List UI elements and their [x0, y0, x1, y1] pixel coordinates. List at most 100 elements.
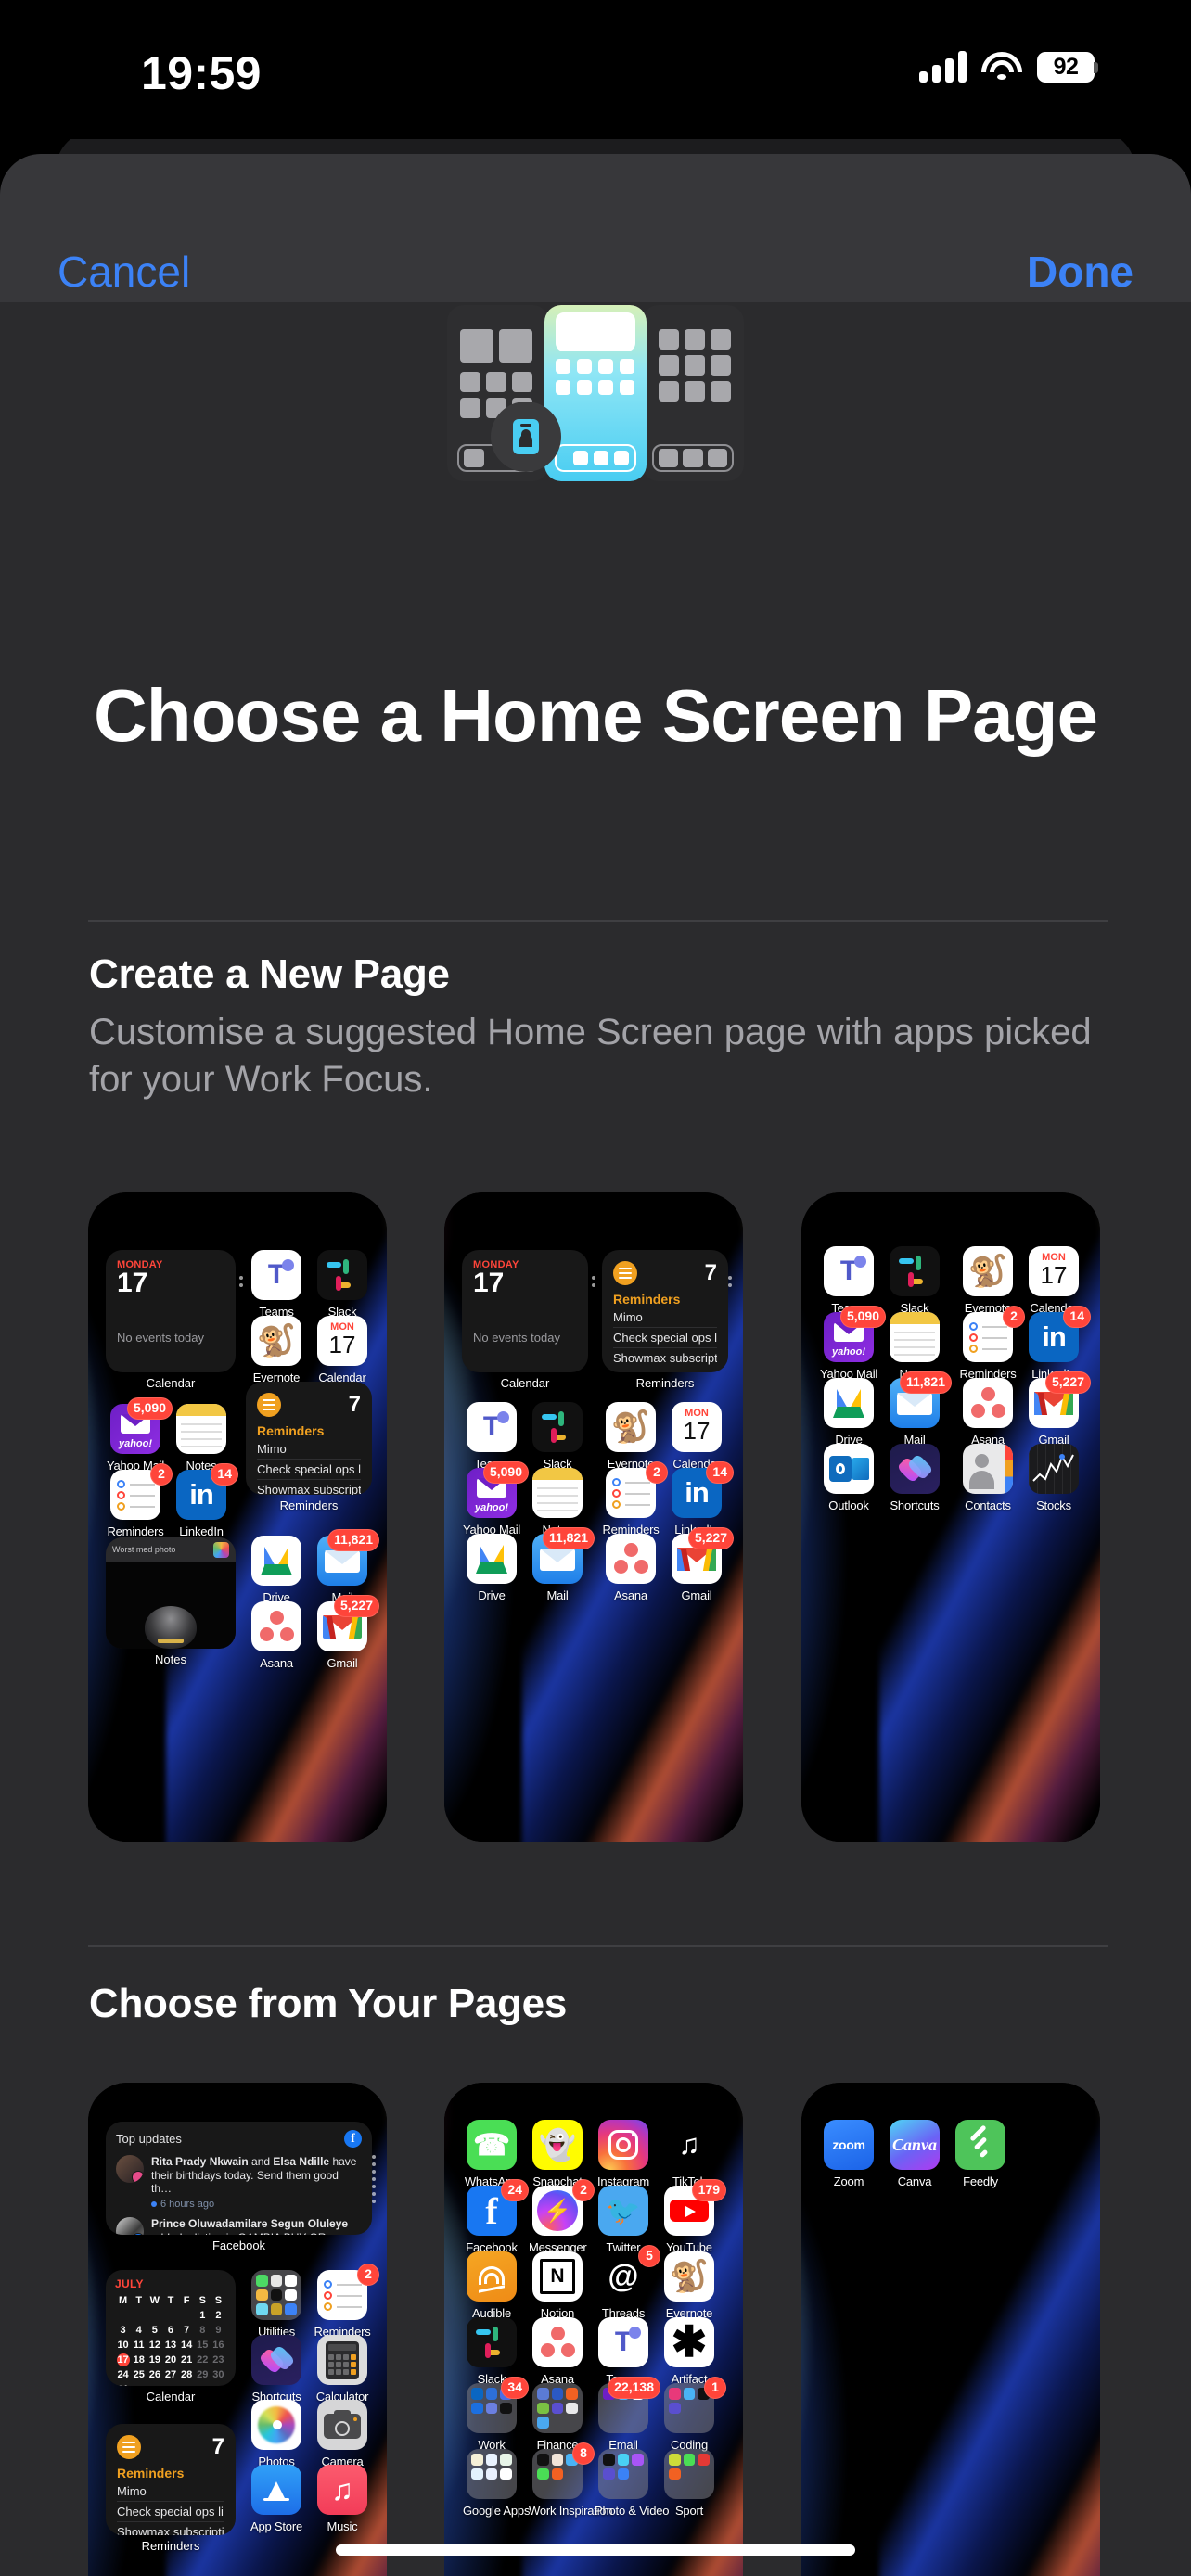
- your-page-card-3[interactable]: zoom Zoom Canva Canva Feedly: [801, 2083, 1100, 2576]
- app-reminders[interactable]: 2 Reminders: [314, 2264, 379, 2339]
- cancel-button[interactable]: Cancel: [58, 247, 190, 297]
- app-messenger[interactable]: ⚡ 2 Messenger: [529, 2179, 595, 2254]
- app-evernote[interactable]: 🐒 Evernote: [248, 1316, 305, 1384]
- app-teams[interactable]: T Teams: [248, 1250, 305, 1319]
- app-teams[interactable]: T Teams: [595, 2317, 652, 2386]
- suggested-page-card-2[interactable]: MONDAY 17 No events today Calendar 7 Rem…: [444, 1192, 743, 1842]
- app-canva[interactable]: Canva Canva: [886, 2120, 943, 2188]
- app-audible[interactable]: Audible: [463, 2251, 520, 2320]
- app-gmail[interactable]: 5,227 Gmail: [668, 1527, 734, 1602]
- app-app-store[interactable]: ▲ App Store: [248, 2465, 305, 2533]
- home-indicator[interactable]: [336, 2544, 855, 2556]
- app-folder-google-apps[interactable]: Google Apps: [463, 2449, 531, 2518]
- app-folder-email[interactable]: 22,138 Email: [595, 2377, 660, 2452]
- suggested-page-card-1[interactable]: MONDAY 17 No events today Calendar T Tea…: [88, 1192, 387, 1842]
- app-photos[interactable]: Photos: [248, 2400, 305, 2468]
- app-zoom[interactable]: zoom Zoom: [820, 2120, 877, 2188]
- app-notes[interactable]: Notes: [886, 1312, 943, 1381]
- app-slack[interactable]: Slack: [886, 1246, 943, 1315]
- app-asana[interactable]: Asana: [529, 2317, 586, 2386]
- app-calendar[interactable]: MON 17 Calendar: [1025, 1246, 1082, 1315]
- app-drive[interactable]: Drive: [820, 1378, 877, 1447]
- app-evernote[interactable]: 🐒 Evernote: [602, 1402, 660, 1471]
- app-reminders[interactable]: 2 Reminders: [602, 1461, 668, 1537]
- app-folder-finance[interactable]: Finance: [529, 2383, 586, 2452]
- app-label: Music: [327, 2519, 358, 2533]
- app-calculator[interactable]: Calculator: [314, 2335, 371, 2404]
- app-drive[interactable]: Drive: [248, 1536, 305, 1604]
- app-evernote[interactable]: 🐒 Evernote: [660, 2251, 718, 2320]
- app-folder-work-inspiration[interactable]: 8 Work Inspiration: [529, 2442, 613, 2518]
- app-folder-coding[interactable]: 1 Coding: [660, 2377, 726, 2452]
- app-yahoo-mail[interactable]: yahoo! 5,090 Yahoo Mail: [820, 1306, 886, 1381]
- badge-count: 11,821: [899, 1371, 952, 1394]
- app-gmail[interactable]: 5,227 Gmail: [1025, 1371, 1091, 1447]
- app-music[interactable]: ♫ Music: [314, 2465, 371, 2533]
- app-notes[interactable]: Notes: [173, 1404, 230, 1473]
- app-shortcuts[interactable]: Shortcuts: [248, 2335, 305, 2404]
- app-reminders[interactable]: 2 Reminders: [959, 1306, 1025, 1381]
- app-asana[interactable]: Asana: [248, 1601, 305, 1670]
- calendar-widget-label: Calendar: [146, 1376, 196, 1390]
- app-camera[interactable]: Camera: [314, 2400, 371, 2468]
- app-slack[interactable]: Slack: [463, 2317, 520, 2386]
- app-yahoo-mail[interactable]: yahoo! 5,090 Yahoo Mail: [463, 1461, 529, 1537]
- app-teams[interactable]: T Teams: [820, 1246, 877, 1315]
- home-screen-preview: Top updates f Rita Prady Nkwain and Elsa…: [88, 2083, 387, 2576]
- app-mail[interactable]: 11,821 Mail: [886, 1371, 952, 1447]
- app-shortcuts[interactable]: Shortcuts: [886, 1444, 943, 1512]
- app-folder-work[interactable]: 34 Work: [463, 2377, 529, 2452]
- app-outlook[interactable]: Outlook: [820, 1444, 877, 1512]
- app-asana[interactable]: Asana: [959, 1378, 1017, 1447]
- app-tiktok[interactable]: ♫ TikTok: [660, 2120, 718, 2188]
- app-asana[interactable]: Asana: [602, 1534, 660, 1602]
- app-mail[interactable]: 11,821 Mail: [314, 1529, 379, 1604]
- app-artifact[interactable]: ✱ Artifact: [660, 2317, 718, 2386]
- app-linkedin[interactable]: in 14 LinkedIn: [173, 1463, 238, 1538]
- badge-count: 22,138: [608, 2377, 660, 2399]
- app-snapchat[interactable]: 👻 Snapchat: [529, 2120, 586, 2188]
- app-twitter[interactable]: 🐦 Twitter: [595, 2186, 652, 2254]
- reminders-widget-item: Mimo: [257, 1442, 287, 1456]
- badge-count: 14: [1063, 1306, 1091, 1328]
- app-notes[interactable]: Notes: [529, 1468, 586, 1537]
- reminders-widget-heading: Reminders: [613, 1292, 681, 1307]
- app-calendar[interactable]: MON 17 Calendar: [668, 1402, 725, 1471]
- app-reminders[interactable]: 2 Reminders: [107, 1463, 173, 1538]
- reminders-widget-item: Check special ops li…: [613, 1327, 717, 1345]
- app-drive[interactable]: Drive: [463, 1534, 520, 1602]
- your-page-card-2[interactable]: ☎ WhatsApp 👻 Snapchat Instagram ♫ TikTok…: [444, 2083, 743, 2576]
- app-label: Google Apps: [463, 2504, 531, 2518]
- app-teams[interactable]: T Teams: [463, 1402, 520, 1471]
- app-calendar[interactable]: MON 17 Calendar: [314, 1316, 371, 1384]
- reminders-widget-label: Reminders: [141, 2539, 200, 2553]
- your-page-card-1[interactable]: Top updates f Rita Prady Nkwain and Elsa…: [88, 2083, 387, 2576]
- app-facebook[interactable]: f 24 Facebook: [463, 2179, 529, 2254]
- app-yahoo-mail[interactable]: yahoo! 5,090 Yahoo Mail: [107, 1397, 173, 1473]
- app-threads[interactable]: @ 5 Threads: [595, 2245, 660, 2320]
- done-button[interactable]: Done: [1027, 247, 1133, 297]
- app-contacts[interactable]: Contacts: [959, 1444, 1017, 1512]
- app-feedly[interactable]: Feedly: [952, 2120, 1009, 2188]
- notes-icon: [176, 1404, 226, 1454]
- app-instagram[interactable]: Instagram: [595, 2120, 652, 2188]
- app-gmail[interactable]: 5,227 Gmail: [314, 1595, 379, 1670]
- app-slack[interactable]: Slack: [314, 1250, 371, 1319]
- app-evernote[interactable]: 🐒 Evernote: [959, 1246, 1017, 1315]
- app-folder-utilities[interactable]: Utilities: [248, 2270, 305, 2339]
- app-linkedin[interactable]: in 14 LinkedIn: [1025, 1306, 1091, 1381]
- folder-finance-icon: [532, 2383, 583, 2433]
- app-folder-photo-video[interactable]: Photo & Video: [595, 2449, 669, 2518]
- app-folder-sport[interactable]: Sport: [660, 2449, 718, 2518]
- slack-icon: [532, 1402, 583, 1452]
- facebook-widget: Top updates f Rita Prady Nkwain and Elsa…: [106, 2122, 372, 2235]
- suggested-page-card-3[interactable]: T Teams Slack 🐒 Evernote: [801, 1192, 1100, 1842]
- app-whatsapp[interactable]: ☎ WhatsApp: [463, 2120, 520, 2188]
- app-mail[interactable]: 11,821 Mail: [529, 1527, 595, 1602]
- badge-count: 5,227: [687, 1527, 734, 1549]
- app-linkedin[interactable]: in 14 LinkedIn: [668, 1461, 734, 1537]
- app-youtube[interactable]: 179 YouTube: [660, 2179, 726, 2254]
- app-slack[interactable]: Slack: [529, 1402, 586, 1471]
- app-stocks[interactable]: Stocks: [1025, 1444, 1082, 1512]
- app-notion[interactable]: N Notion: [529, 2251, 586, 2320]
